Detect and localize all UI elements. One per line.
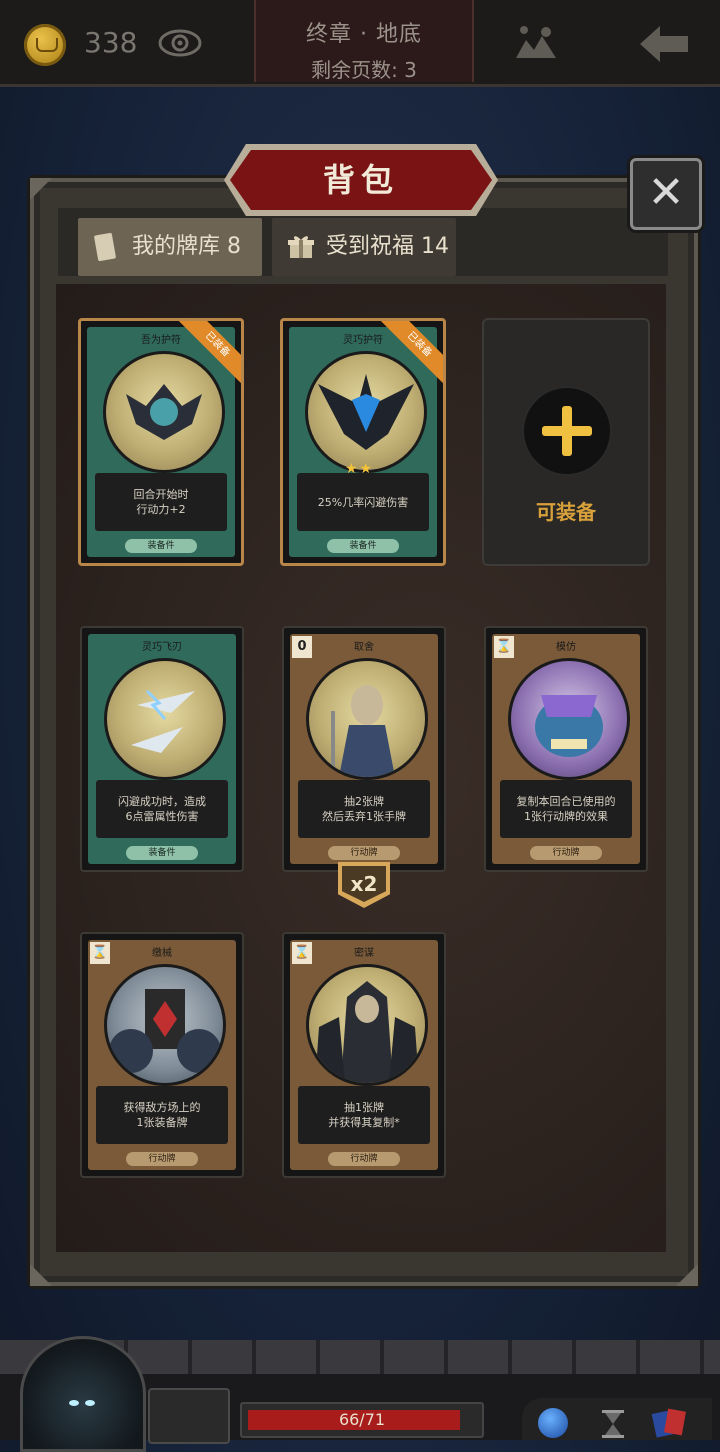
player-portrait[interactable]	[20, 1336, 146, 1452]
conspiracy-art	[306, 964, 428, 1086]
elder-art	[306, 658, 428, 780]
hp-text: 66/71	[338, 1410, 386, 1429]
card-type: 装备件	[327, 539, 399, 553]
map-icon[interactable]	[512, 22, 560, 66]
card-description: 闪避成功时，造成 6点雷属性伤害	[96, 780, 228, 838]
card-item[interactable]: 灵巧飞刃 闪避成功时，造成 6点雷属性伤害 装备件	[80, 626, 244, 872]
card-item[interactable]: ⌛ 密谋 抽1张牌 并获得其复制* 行动牌	[282, 932, 446, 1178]
pages-remaining: 剩余页数: 3	[311, 58, 417, 82]
card-type: 行动牌	[328, 1152, 400, 1166]
disarm-art	[104, 964, 226, 1086]
card-description: 复制本回合已使用的 1张行动牌的效果	[500, 780, 632, 838]
card-type: 行动牌	[126, 1152, 198, 1166]
card-item[interactable]: 吾为护符 已装备 回合开始时 行动力+2 装备件	[78, 318, 244, 566]
card-description: 抽1张牌 并获得其复制*	[298, 1086, 430, 1144]
badge-text: x2	[342, 866, 386, 902]
card-type: 行动牌	[328, 846, 400, 860]
frame-corner	[30, 178, 52, 200]
frame-corner	[30, 1264, 52, 1286]
mana-orb-icon[interactable]	[538, 1408, 568, 1438]
frame-corner	[676, 1264, 698, 1286]
card-item[interactable]: ⌛ 模仿 复制本回合已使用的 1张行动牌的效果 行动牌	[484, 626, 648, 872]
card-name: 密谋	[354, 948, 374, 959]
eye-icon[interactable]	[158, 28, 202, 58]
bat-amulet-art	[103, 351, 225, 473]
chapter-plaque: 终章 · 地底 剩余页数: 3	[254, 0, 474, 82]
card-item[interactable]: 0 取舍 抽2张牌 然后丢弃1张手牌 行动牌	[282, 626, 446, 872]
card-name: 模仿	[556, 642, 576, 653]
agile-amulet-art	[305, 351, 427, 473]
card-type: 行动牌	[530, 846, 602, 860]
top-bar: 338 终章 · 地底 剩余页数: 3	[0, 0, 720, 87]
card-description: 获得敌方场上的 1张装备牌	[96, 1086, 228, 1144]
card-description: 抽2张牌 然后丢弃1张手牌	[298, 780, 430, 838]
goblin-art	[508, 658, 630, 780]
card-icon	[93, 232, 117, 262]
chapter-title: 终章 · 地底	[306, 22, 422, 47]
card-description: 回合开始时 行动力+2	[95, 473, 227, 531]
tab-my-deck[interactable]: 我的牌库 8	[78, 218, 262, 276]
hp-bar: 66/71	[240, 1402, 484, 1438]
gift-icon	[288, 236, 314, 258]
card-description: 25%几率闪避伤害	[297, 473, 429, 531]
deck-button[interactable]	[148, 1388, 230, 1444]
card-name: 缴械	[152, 948, 172, 959]
card-type: 装备件	[126, 846, 198, 860]
tab-label: 受到祝福 14	[326, 234, 449, 259]
card-name: 灵巧飞刃	[142, 642, 182, 653]
flying-blades-art	[104, 658, 226, 780]
glowing-eyes-icon	[69, 1400, 95, 1406]
close-button[interactable]: ✕	[630, 158, 702, 230]
equip-slot-empty[interactable]: 可装备	[482, 318, 650, 566]
coin-count: 338	[84, 26, 138, 59]
tab-label: 我的牌库 8	[132, 234, 241, 259]
card-name: 取舍	[354, 642, 374, 653]
card-item[interactable]: 灵巧护符 ★★ 已装备 25%几率闪避伤害 装备件	[280, 318, 446, 566]
coin-icon	[24, 24, 66, 66]
empty-slot-label: 可装备	[536, 500, 596, 524]
hourglass-icon[interactable]	[600, 1410, 626, 1438]
card-type: 装备件	[125, 539, 197, 553]
card-item[interactable]: ⌛ 缴械 获得敌方场上的 1张装备牌 行动牌	[80, 932, 244, 1178]
modal-title: 背包	[230, 150, 492, 210]
tab-blessings[interactable]: 受到祝福 14	[272, 218, 456, 276]
cards-icon[interactable]	[650, 1406, 690, 1438]
plus-icon	[522, 386, 612, 476]
back-arrow-icon[interactable]	[636, 22, 692, 66]
